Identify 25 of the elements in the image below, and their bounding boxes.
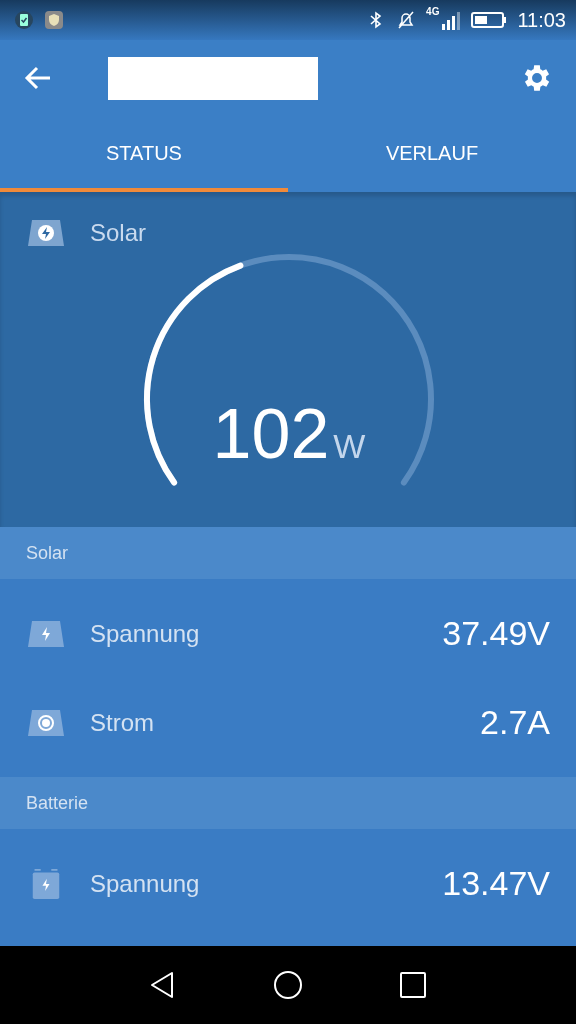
solar-panel-icon [26, 618, 66, 649]
home-icon[interactable] [273, 970, 303, 1000]
shield-icon [44, 10, 64, 30]
gauge-label: Solar [90, 219, 147, 247]
network-label: 4G [426, 6, 440, 17]
row-label: Spannung [90, 869, 200, 898]
recents-icon[interactable] [398, 970, 429, 1000]
power-unit: W [333, 427, 366, 466]
row-value: 37.49V [442, 614, 550, 653]
row-value: 13.47V [442, 864, 550, 903]
solar-panel-icon [26, 218, 66, 248]
signal-icon [439, 10, 462, 30]
muted-icon [396, 10, 417, 30]
row-label: Spannung [90, 619, 200, 648]
battery-icon [471, 10, 508, 30]
clipboard-icon [14, 10, 34, 30]
row-label: Strom [90, 708, 154, 737]
section-header: Solar [0, 527, 576, 579]
tab[interactable]: VERLAUF [288, 116, 576, 192]
clock-time: 11:03 [517, 8, 566, 32]
solar-panel-icon [26, 707, 66, 738]
power-value: 102 [212, 399, 330, 469]
back-arrow-icon[interactable] [24, 66, 52, 90]
section-header: Batterie [0, 777, 576, 829]
row-value: 2.7A [480, 703, 550, 742]
